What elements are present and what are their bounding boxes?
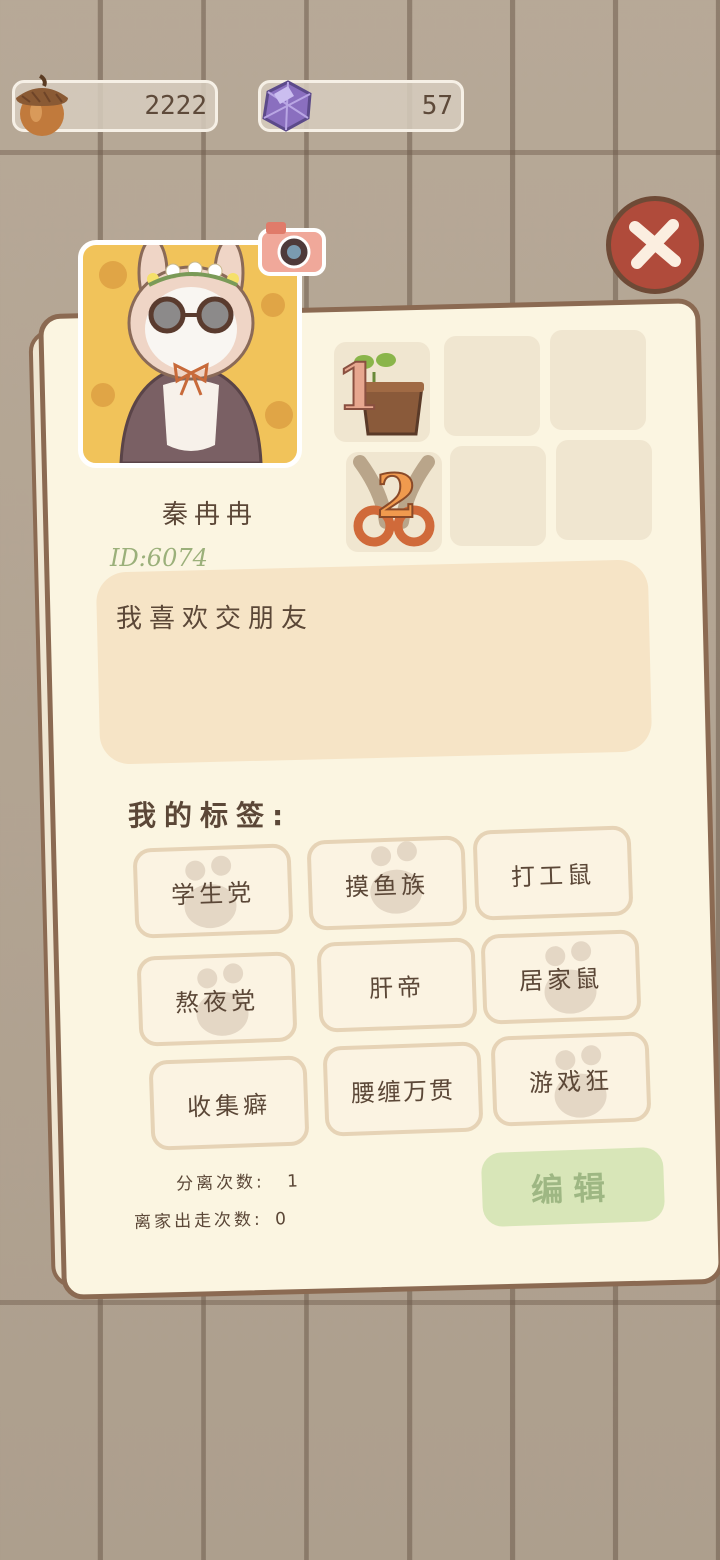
tag-label: 收集癖 <box>186 1090 272 1121</box>
tag-label: 居家鼠 <box>518 964 604 995</box>
tag-item[interactable]: 收集癖 <box>148 1055 310 1151</box>
badge-slot-1[interactable]: 1 <box>334 342 430 442</box>
tag-label: 打工鼠 <box>510 860 596 891</box>
tag-label: 学生党 <box>170 878 256 909</box>
profile-name: 秦冉冉 <box>161 500 258 530</box>
camera-icon[interactable] <box>256 218 328 278</box>
badge-slot-2[interactable]: 2 <box>346 452 442 552</box>
gem-count: 57 <box>421 91 453 121</box>
tag-label: 摸鱼族 <box>344 870 430 901</box>
badge-number-2: 2 <box>375 461 419 533</box>
separations-label: 分离次数: <box>175 1172 266 1195</box>
separations-stat: 分离次数: 1 <box>175 1166 302 1195</box>
tag-label: 熬夜党 <box>174 986 260 1017</box>
separations-value: 1 <box>286 1171 302 1192</box>
profile-id: ID:6074 <box>110 544 208 572</box>
tag-item[interactable]: 打工鼠 <box>472 825 634 921</box>
tag-item[interactable]: 腰缠万贯 <box>322 1041 484 1137</box>
edit-button[interactable]: 编辑 <box>480 1146 666 1228</box>
tag-item[interactable]: 学生党 <box>132 843 294 939</box>
acorn-icon <box>16 74 68 136</box>
runaway-value: 0 <box>274 1209 290 1230</box>
bio-text: 我喜欢交朋友 <box>116 604 315 634</box>
acorn-count: 2222 <box>144 91 207 121</box>
tag-item[interactable]: 居家鼠 <box>480 929 642 1025</box>
tag-label: 游戏狂 <box>528 1066 614 1097</box>
runaway-label: 离家出走次数: <box>133 1209 264 1233</box>
close-icon <box>629 219 681 269</box>
badge-slot-empty[interactable] <box>550 330 646 430</box>
bio-box[interactable] <box>95 559 653 765</box>
tag-label: 肝帝 <box>368 972 426 1003</box>
runaway-stat: 离家出走次数: 0 <box>133 1204 290 1233</box>
tag-item[interactable]: 熬夜党 <box>136 951 298 1047</box>
plank-seam <box>0 150 720 155</box>
badge-slot-empty[interactable] <box>444 336 540 436</box>
tags-title: 我的标签: <box>128 799 292 832</box>
tag-item[interactable]: 游戏狂 <box>490 1031 652 1127</box>
tag-label: 腰缠万贯 <box>350 1075 456 1108</box>
badge-slot-empty[interactable] <box>450 446 546 546</box>
plank-seam <box>0 1300 720 1305</box>
tag-item[interactable]: 摸鱼族 <box>306 835 468 931</box>
badge-slot-empty[interactable] <box>556 440 652 540</box>
purple-gem-icon <box>262 80 312 132</box>
badge-number-1: 1 <box>335 349 382 426</box>
close-button[interactable] <box>606 196 704 294</box>
tag-item[interactable]: 肝帝 <box>316 937 478 1033</box>
